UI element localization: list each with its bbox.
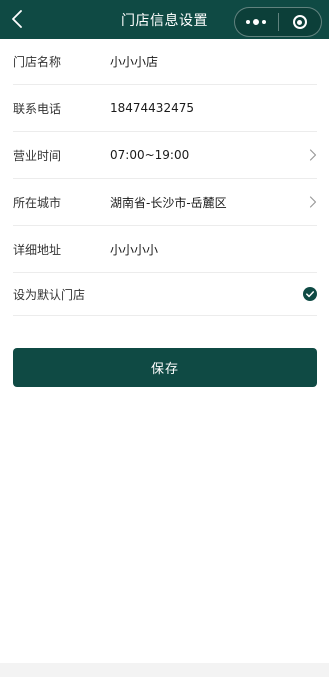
business-hours-label: 营业时间 xyxy=(13,148,62,163)
business-hours-value[interactable]: 07:00~19:00 xyxy=(110,148,317,162)
store-settings-page: 门店信息设置 门店名称 小小小店 联系电话 18474432475 营业时间 0… xyxy=(0,0,329,677)
store-name-row[interactable]: 门店名称 小小小店 xyxy=(13,39,317,85)
address-input[interactable]: 小小小小 xyxy=(110,241,317,258)
address-row[interactable]: 详细地址 小小小小 xyxy=(13,226,317,273)
phone-input[interactable]: 18474432475 xyxy=(110,101,317,115)
bottom-safe-area xyxy=(0,663,329,677)
default-store-row[interactable]: 设为默认门店 xyxy=(13,273,317,316)
city-label: 所在城市 xyxy=(13,195,62,210)
more-button[interactable] xyxy=(235,8,278,36)
chevron-right-icon xyxy=(309,196,317,208)
save-button[interactable]: 保存 xyxy=(13,348,317,387)
more-dots-icon xyxy=(246,19,267,25)
default-store-label: 设为默认门店 xyxy=(13,287,86,302)
city-row[interactable]: 所在城市 湖南省-长沙市-岳麓区 xyxy=(13,179,317,226)
chevron-right-icon xyxy=(309,149,317,161)
target-close-icon xyxy=(292,15,307,29)
business-hours-row[interactable]: 营业时间 07:00~19:00 xyxy=(13,132,317,179)
city-value[interactable]: 湖南省-长沙市-岳麓区 xyxy=(110,194,317,211)
store-name-input[interactable]: 小小小店 xyxy=(110,53,317,70)
phone-row[interactable]: 联系电话 18474432475 xyxy=(13,85,317,132)
close-button[interactable] xyxy=(279,8,322,36)
check-circle-icon[interactable] xyxy=(303,287,317,301)
store-info-form: 门店名称 小小小店 联系电话 18474432475 营业时间 07:00~19… xyxy=(0,39,329,316)
address-label: 详细地址 xyxy=(13,242,62,257)
mini-program-capsule xyxy=(234,7,322,37)
phone-label: 联系电话 xyxy=(13,101,62,116)
store-name-label: 门店名称 xyxy=(13,55,62,69)
navigation-header: 门店信息设置 xyxy=(0,0,329,39)
